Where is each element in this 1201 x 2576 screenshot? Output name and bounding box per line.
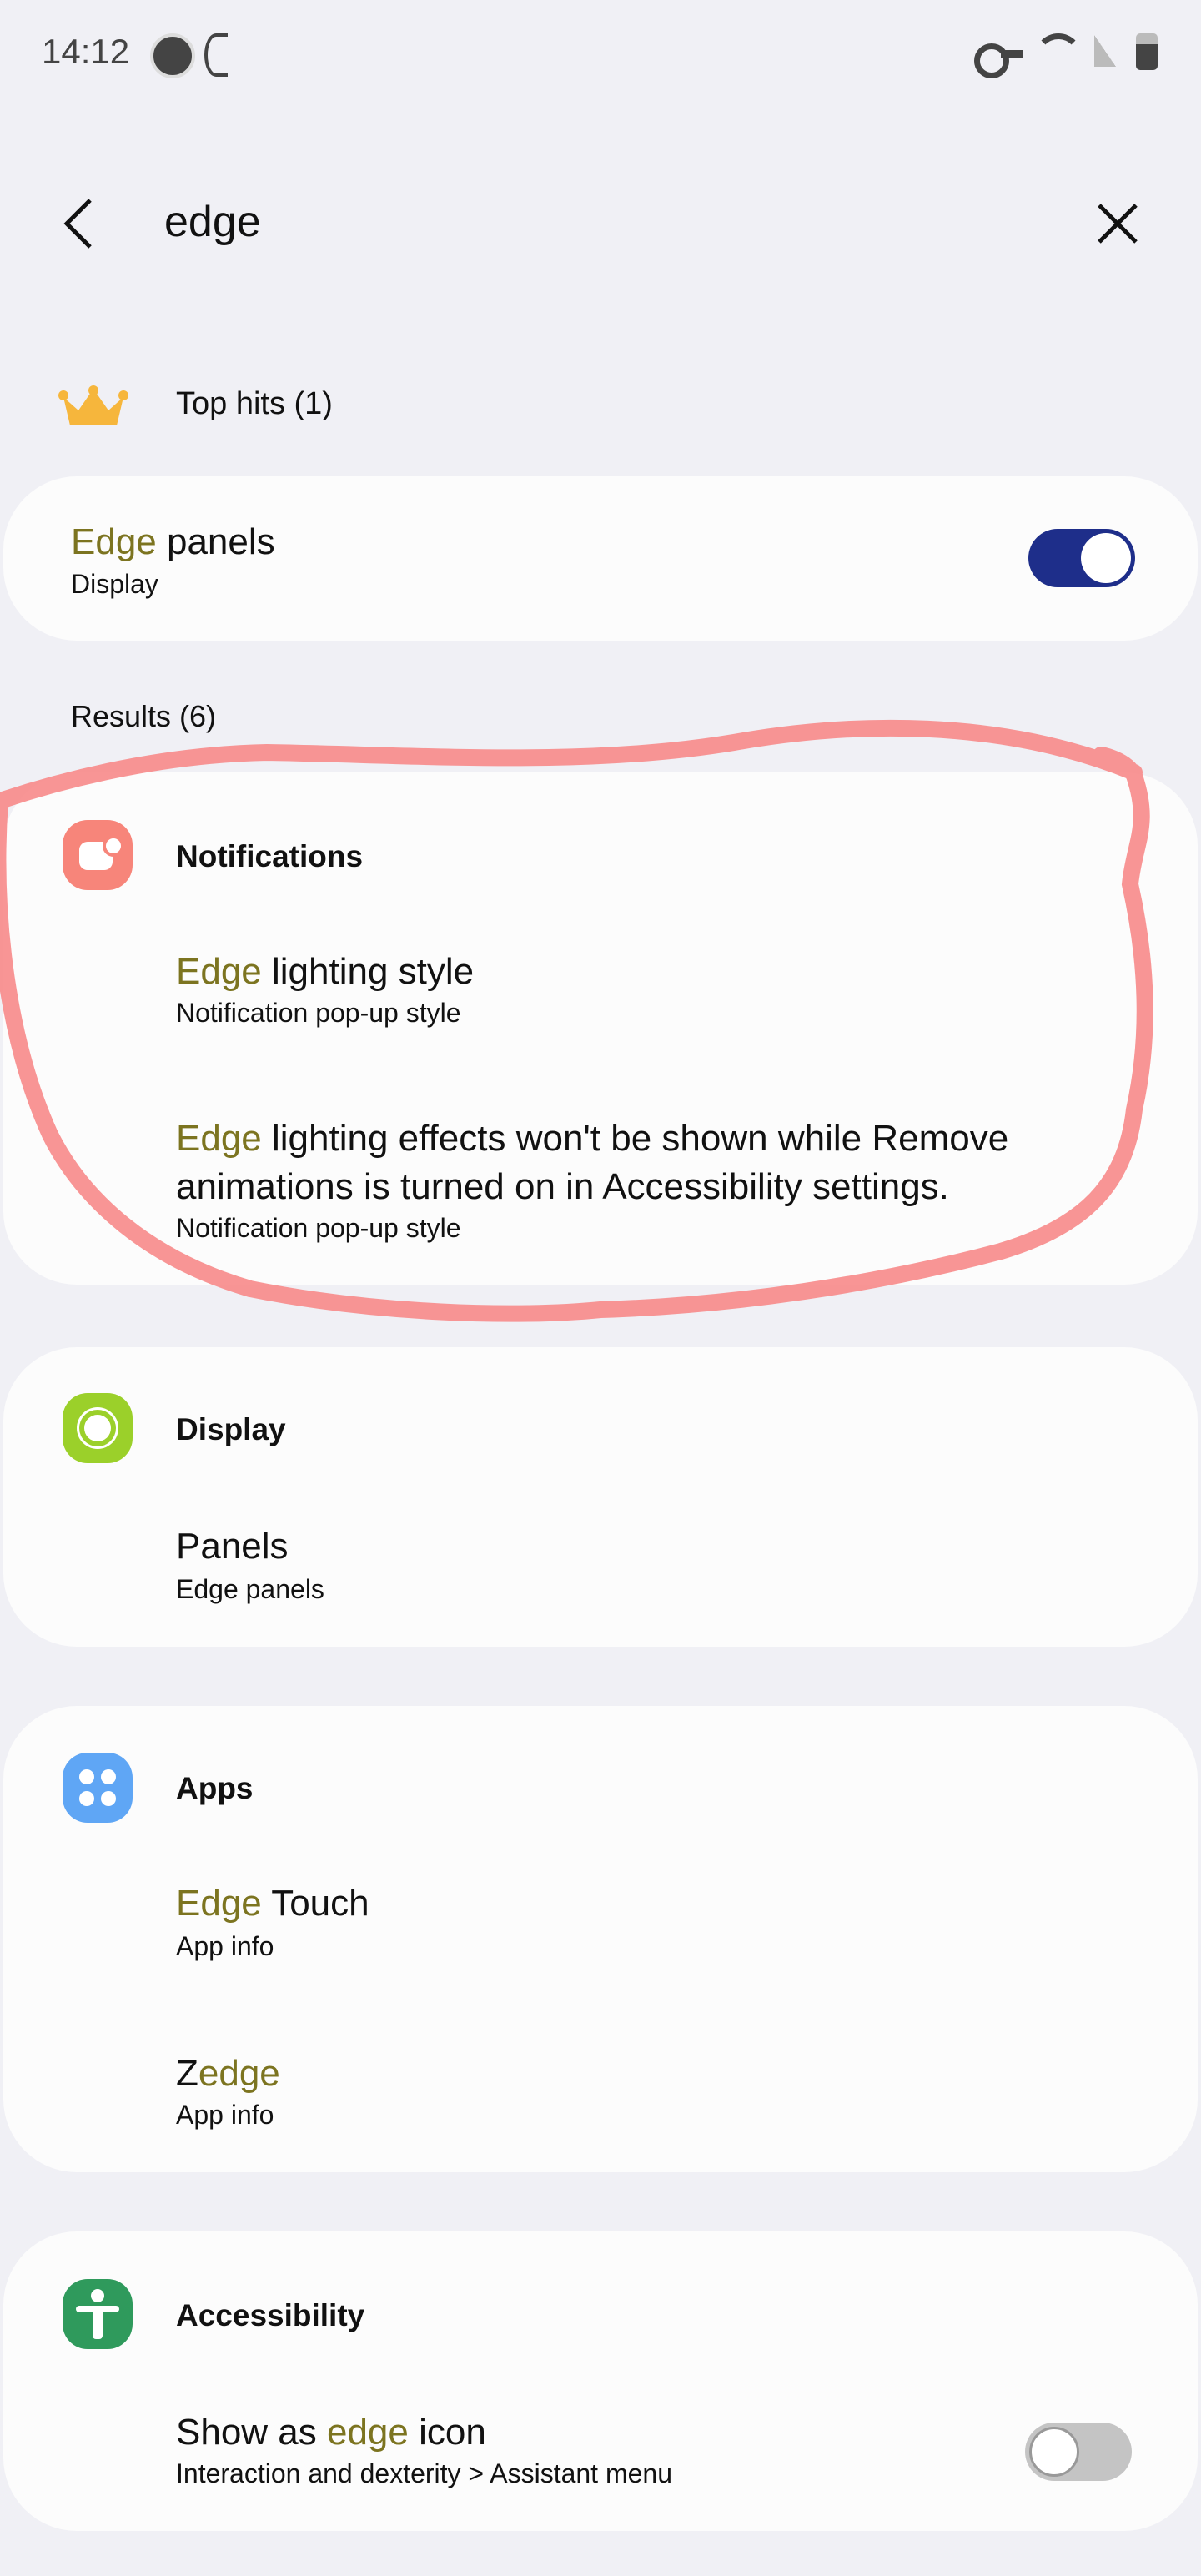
title-prefix: Z (176, 2053, 198, 2094)
wifi-icon (1034, 33, 1083, 82)
apps-grid-icon (63, 1753, 133, 1823)
status-time: 14:12 (42, 32, 130, 71)
battery-icon (1136, 33, 1158, 70)
subtitle: Interaction and dexterity > Assistant me… (176, 2458, 672, 2488)
result-item[interactable]: Edge lighting style Notification pop-up … (128, 939, 1129, 1048)
result-item[interactable]: Panels Edge panels (128, 1514, 1129, 1623)
highlight: Edge (176, 1883, 262, 1924)
accessibility-icon (63, 2279, 133, 2349)
subtitle: App info (176, 2100, 274, 2130)
title: Panels (176, 1526, 289, 1567)
edge-panels-toggle[interactable] (1028, 529, 1135, 587)
vpn-key-shaft (1001, 50, 1023, 58)
result-group-accessibility: Accessibility Show as edge icon Interact… (3, 2231, 1198, 2531)
eye-comfort-icon (204, 33, 228, 77)
category-header: Apps (176, 1771, 254, 1805)
result-group-display: Display Panels Edge panels (3, 1347, 1198, 1647)
highlight: edge (326, 2412, 409, 2453)
result-item[interactable]: Edge Touch App info (128, 1873, 1129, 1981)
category-header: Notifications (176, 839, 364, 873)
sun-icon (63, 1393, 133, 1463)
result-group-apps: Apps Edge Touch App info Zedge App info (3, 1706, 1198, 2172)
result-group-notifications: Notifications Edge lighting style Notifi… (3, 772, 1198, 1285)
category-header: Display (176, 1412, 286, 1446)
signal-icon (1094, 35, 1116, 67)
title-rest: Touch (261, 1883, 369, 1924)
highlight: Edge (71, 521, 157, 562)
notifications-icon (63, 820, 133, 890)
title-rest: icon (408, 2412, 486, 2453)
results-label: Results (6) (71, 699, 217, 733)
edge-icon-toggle[interactable] (1025, 2423, 1132, 2481)
vpn-key-icon (974, 43, 1009, 78)
title-rest: panels (156, 521, 275, 562)
close-icon[interactable] (1096, 202, 1139, 245)
title-rest: lighting effects won't be shown while Re… (176, 1118, 1009, 1207)
subtitle: Notification pop-up style (176, 998, 461, 1028)
search-input[interactable]: edge (164, 197, 261, 247)
result-item[interactable]: Show as edge icon Interaction and dexter… (128, 2398, 1129, 2507)
category-header: Accessibility (176, 2298, 365, 2332)
result-item[interactable]: Edge lighting effects won't be shown whi… (128, 1106, 1129, 1256)
title-rest: lighting style (261, 951, 475, 992)
subtitle: Edge panels (176, 1574, 324, 1604)
result-item[interactable]: Zedge App info (128, 2040, 1129, 2148)
crown-icon (58, 385, 128, 425)
subtitle: Display (71, 569, 158, 599)
top-hits-label: Top hits (1) (176, 386, 333, 421)
subtitle: Notification pop-up style (176, 1213, 461, 1243)
subtitle: App info (176, 1931, 274, 1961)
highlight: edge (198, 2053, 280, 2094)
top-hit-edge-panels[interactable]: Edge panels Display (3, 476, 1198, 641)
highlight: Edge (176, 951, 262, 992)
highlight: Edge (176, 1118, 262, 1159)
chevron-left-icon[interactable] (60, 197, 97, 250)
title-prefix: Show as (176, 2412, 327, 2453)
nordvpn-icon (150, 33, 195, 78)
